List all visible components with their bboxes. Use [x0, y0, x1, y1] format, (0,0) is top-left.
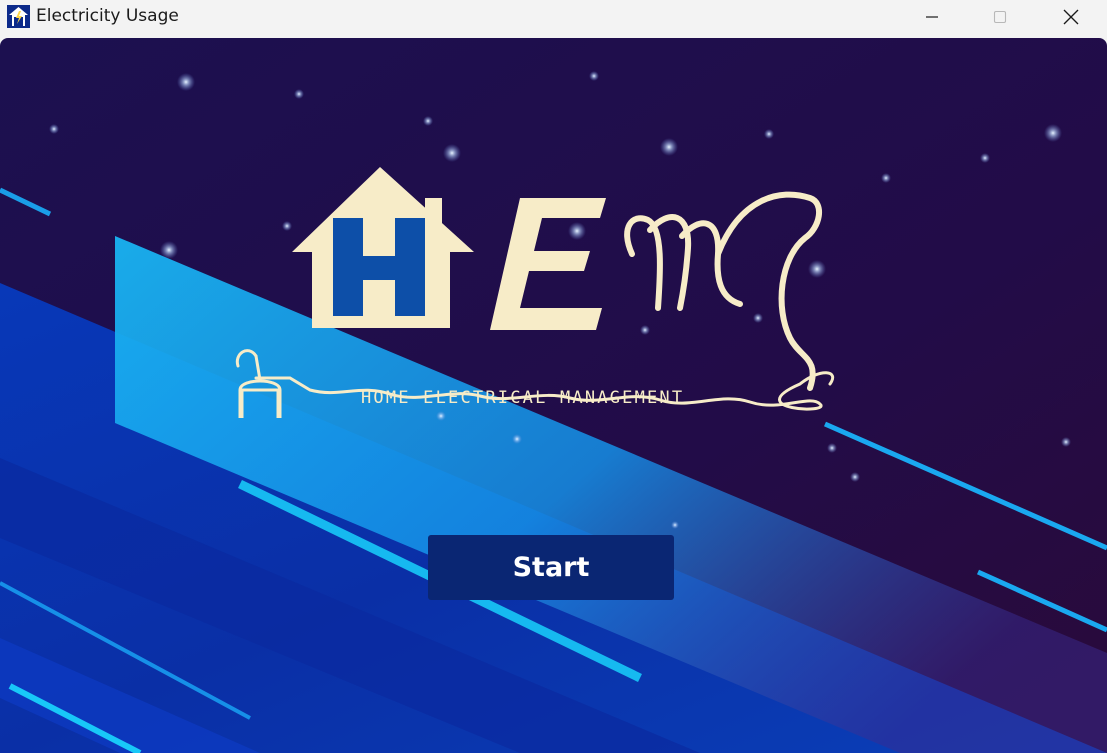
house-icon — [292, 167, 474, 328]
app-logo-icon — [7, 5, 30, 28]
minimize-icon — [926, 15, 938, 18]
maximize-icon — [993, 10, 1007, 23]
maximize-button[interactable] — [977, 0, 1023, 33]
letter-m-glyph — [624, 191, 822, 391]
start-button[interactable]: Start — [428, 535, 674, 600]
splash-screen: HOME ELECTRICAL MANAGEMENT Start — [0, 38, 1107, 753]
logo-tagline: HOME ELECTRICAL MANAGEMENT — [361, 388, 685, 408]
window-title: Electricity Usage — [36, 6, 179, 26]
title-bar[interactable]: Electricity Usage — [0, 0, 1107, 33]
close-icon — [1063, 9, 1079, 24]
minimize-button[interactable] — [909, 0, 955, 33]
hem-logo — [235, 167, 834, 418]
close-button[interactable] — [1048, 0, 1094, 33]
letter-e-glyph — [490, 198, 606, 330]
app-window: Electricity Usage HOME ELECTRICAL MANAGE… — [0, 0, 1107, 753]
